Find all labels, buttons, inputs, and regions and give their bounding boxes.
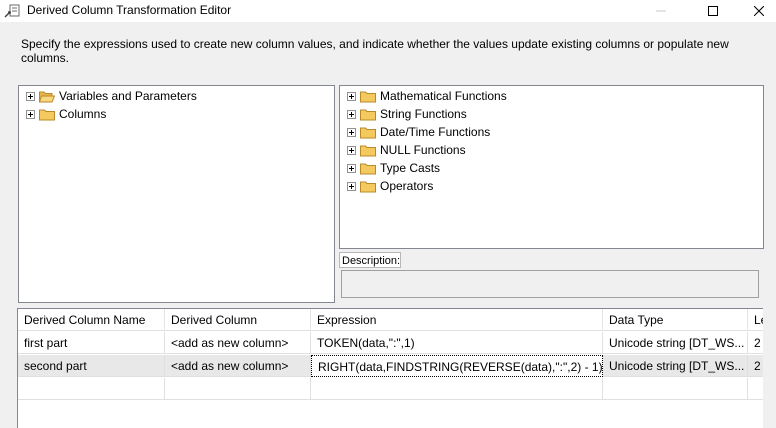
tree-item-string-functions[interactable]: String Functions <box>347 105 467 123</box>
folder-icon <box>360 181 376 192</box>
grid-header: Derived Column Name Derived Column Expre… <box>18 309 763 331</box>
minimize-icon <box>656 10 666 12</box>
cell-data-type[interactable]: Unicode string [DT_WS... <box>603 355 748 377</box>
expand-icon[interactable] <box>347 91 356 101</box>
cell-length[interactable]: 2 <box>748 355 763 377</box>
maximize-icon <box>708 6 718 16</box>
folder-icon <box>39 109 55 120</box>
header-expression[interactable]: Expression <box>311 309 603 331</box>
title-bar: Derived Column Transformation Editor <box>0 0 776 22</box>
table-row-new[interactable] <box>18 378 763 400</box>
cell-derived-column-name[interactable] <box>18 378 165 400</box>
tree-item-datetime-functions[interactable]: Date/Time Functions <box>347 123 490 141</box>
header-length[interactable]: Le <box>748 309 763 331</box>
folder-icon <box>360 109 376 120</box>
expand-icon[interactable] <box>347 145 356 155</box>
expand-icon[interactable] <box>26 109 35 119</box>
tree-item-label: Type Casts <box>380 161 441 175</box>
cell-derived-column[interactable]: <add as new column> <box>165 355 311 377</box>
folder-icon <box>360 145 376 156</box>
folder-open-icon <box>39 91 55 102</box>
tree-item-label: Operators <box>380 179 434 193</box>
functions-tree[interactable]: Mathematical Functions String Functions … <box>339 85 764 249</box>
cell-derived-column-name[interactable]: first part <box>18 332 165 354</box>
derived-column-app-icon <box>4 4 20 18</box>
folder-icon <box>360 127 376 138</box>
table-row[interactable]: first part <add as new column> TOKEN(dat… <box>18 332 763 354</box>
window-title: Derived Column Transformation Editor <box>27 3 232 17</box>
folder-icon <box>360 163 376 174</box>
cell-expression[interactable] <box>311 378 603 400</box>
cell-derived-column[interactable]: <add as new column> <box>165 332 311 354</box>
tree-item-label: Columns <box>59 107 107 121</box>
header-derived-column-name[interactable]: Derived Column Name <box>18 309 165 331</box>
instructions-text: Specify the expressions used to create n… <box>21 37 729 65</box>
description-label: Description: <box>339 252 401 268</box>
tree-item-variables-parameters[interactable]: Variables and Parameters <box>26 87 197 105</box>
variables-columns-tree[interactable]: Variables and Parameters Columns <box>18 85 335 303</box>
expand-icon[interactable] <box>347 163 356 173</box>
tree-item-null-functions[interactable]: NULL Functions <box>347 141 466 159</box>
derived-columns-grid[interactable]: Derived Column Name Derived Column Expre… <box>17 308 763 428</box>
close-icon <box>754 6 764 16</box>
header-derived-column[interactable]: Derived Column <box>165 309 311 331</box>
cell-length[interactable] <box>748 378 763 400</box>
tree-item-label: NULL Functions <box>380 143 466 157</box>
tree-item-label: Variables and Parameters <box>59 89 197 103</box>
tree-item-operators[interactable]: Operators <box>347 177 433 195</box>
cell-length[interactable]: 2 <box>748 332 763 354</box>
close-button[interactable] <box>736 0 776 22</box>
tree-item-label: String Functions <box>380 107 467 121</box>
tree-item-type-casts[interactable]: Type Casts <box>347 159 440 177</box>
description-box <box>341 270 759 298</box>
tree-item-mathematical-functions[interactable]: Mathematical Functions <box>347 87 507 105</box>
maximize-button[interactable] <box>690 0 736 22</box>
table-row[interactable]: second part <add as new column> RIGHT(da… <box>18 355 763 377</box>
tree-item-label: Date/Time Functions <box>380 125 491 139</box>
header-data-type[interactable]: Data Type <box>603 309 748 331</box>
expand-icon[interactable] <box>347 109 356 119</box>
cell-data-type[interactable]: Unicode string [DT_WS... <box>603 332 748 354</box>
tree-item-columns[interactable]: Columns <box>26 105 106 123</box>
cell-expression[interactable]: TOKEN(data,":",1) <box>311 332 603 354</box>
expand-icon[interactable] <box>347 127 356 137</box>
minimize-button[interactable] <box>638 0 684 22</box>
cell-derived-column-name[interactable]: second part <box>18 355 165 377</box>
expand-icon[interactable] <box>347 181 356 191</box>
cell-expression[interactable]: RIGHT(data,FINDSTRING(REVERSE(data),":",… <box>311 355 603 377</box>
cell-data-type[interactable] <box>603 378 748 400</box>
expand-icon[interactable] <box>26 91 35 101</box>
tree-item-label: Mathematical Functions <box>380 89 507 103</box>
cell-derived-column[interactable] <box>165 378 311 400</box>
folder-icon <box>360 91 376 102</box>
